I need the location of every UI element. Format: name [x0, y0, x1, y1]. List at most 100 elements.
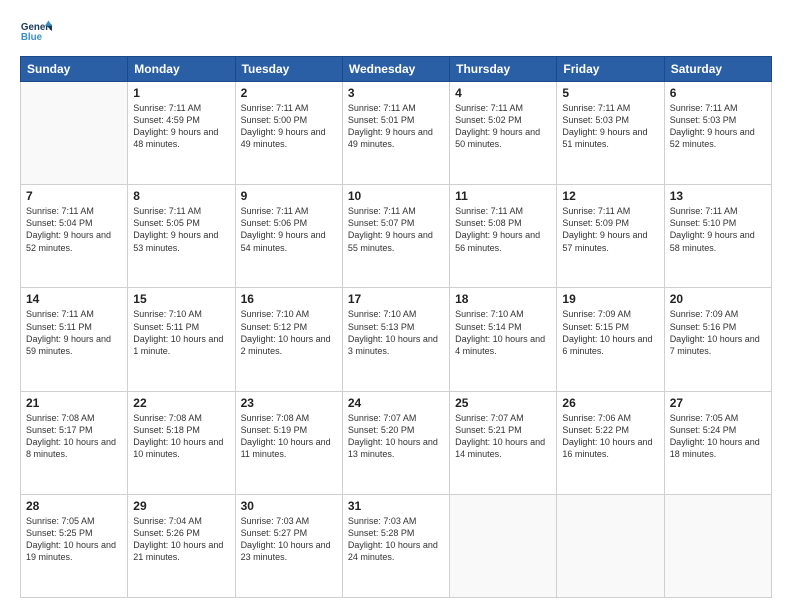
calendar-cell: 20 Sunrise: 7:09 AM Sunset: 5:16 PM Dayli… — [664, 288, 771, 391]
calendar-cell: 11 Sunrise: 7:11 AM Sunset: 5:08 PM Dayli… — [450, 185, 557, 288]
calendar-cell: 19 Sunrise: 7:09 AM Sunset: 5:15 PM Dayli… — [557, 288, 664, 391]
calendar-cell: 16 Sunrise: 7:10 AM Sunset: 5:12 PM Dayli… — [235, 288, 342, 391]
day-number: 30 — [241, 499, 337, 513]
calendar-week-row: 28 Sunrise: 7:05 AM Sunset: 5:25 PM Dayli… — [21, 494, 772, 597]
header: General Blue — [20, 18, 772, 46]
day-number: 18 — [455, 292, 551, 306]
calendar-cell — [450, 494, 557, 597]
calendar-cell: 8 Sunrise: 7:11 AM Sunset: 5:05 PM Daylig… — [128, 185, 235, 288]
calendar-cell: 26 Sunrise: 7:06 AM Sunset: 5:22 PM Dayli… — [557, 391, 664, 494]
cell-content: Sunrise: 7:05 AM Sunset: 5:24 PM Dayligh… — [670, 412, 766, 461]
cell-content: Sunrise: 7:09 AM Sunset: 5:16 PM Dayligh… — [670, 308, 766, 357]
calendar-week-row: 1Sunrise: 7:11 AM Sunset: 4:59 PM Daylig… — [21, 82, 772, 185]
day-number: 9 — [241, 189, 337, 203]
day-header-wednesday: Wednesday — [342, 57, 449, 82]
day-number: 14 — [26, 292, 122, 306]
cell-content: Sunrise: 7:08 AM Sunset: 5:19 PM Dayligh… — [241, 412, 337, 461]
calendar-cell: 17Sunrise: 7:10 AM Sunset: 5:13 PM Dayli… — [342, 288, 449, 391]
cell-content: Sunrise: 7:10 AM Sunset: 5:11 PM Dayligh… — [133, 308, 229, 357]
calendar-cell: 15 Sunrise: 7:10 AM Sunset: 5:11 PM Dayli… — [128, 288, 235, 391]
cell-content: Sunrise: 7:11 AM Sunset: 5:03 PM Dayligh… — [670, 102, 766, 151]
calendar-cell: 3Sunrise: 7:11 AM Sunset: 5:01 PM Daylig… — [342, 82, 449, 185]
calendar-cell: 21Sunrise: 7:08 AM Sunset: 5:17 PM Dayli… — [21, 391, 128, 494]
calendar-body: 1Sunrise: 7:11 AM Sunset: 4:59 PM Daylig… — [21, 82, 772, 598]
cell-content: Sunrise: 7:10 AM Sunset: 5:12 PM Dayligh… — [241, 308, 337, 357]
cell-content: Sunrise: 7:11 AM Sunset: 5:07 PM Dayligh… — [348, 205, 444, 254]
calendar-cell: 28 Sunrise: 7:05 AM Sunset: 5:25 PM Dayli… — [21, 494, 128, 597]
calendar-cell: 1Sunrise: 7:11 AM Sunset: 4:59 PM Daylig… — [128, 82, 235, 185]
svg-text:Blue: Blue — [21, 32, 43, 43]
day-header-monday: Monday — [128, 57, 235, 82]
day-header-sunday: Sunday — [21, 57, 128, 82]
day-number: 6 — [670, 86, 766, 100]
cell-content: Sunrise: 7:03 AM Sunset: 5:27 PM Dayligh… — [241, 515, 337, 564]
calendar-cell: 12 Sunrise: 7:11 AM Sunset: 5:09 PM Dayli… — [557, 185, 664, 288]
day-number: 22 — [133, 396, 229, 410]
cell-content: Sunrise: 7:11 AM Sunset: 5:09 PM Dayligh… — [562, 205, 658, 254]
day-number: 15 — [133, 292, 229, 306]
calendar-cell: 31 Sunrise: 7:03 AM Sunset: 5:28 PM Dayli… — [342, 494, 449, 597]
day-header-thursday: Thursday — [450, 57, 557, 82]
day-header-friday: Friday — [557, 57, 664, 82]
calendar-cell — [21, 82, 128, 185]
calendar-cell: 5 Sunrise: 7:11 AM Sunset: 5:03 PM Daylig… — [557, 82, 664, 185]
day-number: 27 — [670, 396, 766, 410]
calendar-week-row: 7 Sunrise: 7:11 AM Sunset: 5:04 PM Daylig… — [21, 185, 772, 288]
cell-content: Sunrise: 7:11 AM Sunset: 5:11 PM Dayligh… — [26, 308, 122, 357]
cell-content: Sunrise: 7:07 AM Sunset: 5:20 PM Dayligh… — [348, 412, 444, 461]
calendar-week-row: 21Sunrise: 7:08 AM Sunset: 5:17 PM Dayli… — [21, 391, 772, 494]
day-number: 19 — [562, 292, 658, 306]
calendar-cell: 9 Sunrise: 7:11 AM Sunset: 5:06 PM Daylig… — [235, 185, 342, 288]
day-number: 10 — [348, 189, 444, 203]
day-number: 25 — [455, 396, 551, 410]
calendar-cell: 18Sunrise: 7:10 AM Sunset: 5:14 PM Dayli… — [450, 288, 557, 391]
calendar-cell: 2Sunrise: 7:11 AM Sunset: 5:00 PM Daylig… — [235, 82, 342, 185]
calendar-cell — [557, 494, 664, 597]
day-number: 28 — [26, 499, 122, 513]
calendar-cell: 29Sunrise: 7:04 AM Sunset: 5:26 PM Dayli… — [128, 494, 235, 597]
calendar-cell: 23 Sunrise: 7:08 AM Sunset: 5:19 PM Dayli… — [235, 391, 342, 494]
calendar-cell: 30 Sunrise: 7:03 AM Sunset: 5:27 PM Dayli… — [235, 494, 342, 597]
cell-content: Sunrise: 7:09 AM Sunset: 5:15 PM Dayligh… — [562, 308, 658, 357]
cell-content: Sunrise: 7:11 AM Sunset: 5:05 PM Dayligh… — [133, 205, 229, 254]
day-number: 7 — [26, 189, 122, 203]
cell-content: Sunrise: 7:11 AM Sunset: 5:06 PM Dayligh… — [241, 205, 337, 254]
cell-content: Sunrise: 7:08 AM Sunset: 5:18 PM Dayligh… — [133, 412, 229, 461]
calendar-header-row: SundayMondayTuesdayWednesdayThursdayFrid… — [21, 57, 772, 82]
calendar-cell: 6 Sunrise: 7:11 AM Sunset: 5:03 PM Daylig… — [664, 82, 771, 185]
day-number: 13 — [670, 189, 766, 203]
day-number: 31 — [348, 499, 444, 513]
calendar-cell: 10 Sunrise: 7:11 AM Sunset: 5:07 PM Dayli… — [342, 185, 449, 288]
cell-content: Sunrise: 7:03 AM Sunset: 5:28 PM Dayligh… — [348, 515, 444, 564]
day-number: 2 — [241, 86, 337, 100]
calendar-table: SundayMondayTuesdayWednesdayThursdayFrid… — [20, 56, 772, 598]
calendar-cell: 27 Sunrise: 7:05 AM Sunset: 5:24 PM Dayli… — [664, 391, 771, 494]
day-number: 24 — [348, 396, 444, 410]
calendar-cell: 14 Sunrise: 7:11 AM Sunset: 5:11 PM Dayli… — [21, 288, 128, 391]
logo: General Blue — [20, 18, 52, 46]
day-number: 23 — [241, 396, 337, 410]
day-number: 5 — [562, 86, 658, 100]
calendar-cell: 22 Sunrise: 7:08 AM Sunset: 5:18 PM Dayli… — [128, 391, 235, 494]
calendar-cell: 4Sunrise: 7:11 AM Sunset: 5:02 PM Daylig… — [450, 82, 557, 185]
day-number: 29 — [133, 499, 229, 513]
cell-content: Sunrise: 7:11 AM Sunset: 5:03 PM Dayligh… — [562, 102, 658, 151]
day-number: 17 — [348, 292, 444, 306]
day-number: 11 — [455, 189, 551, 203]
day-number: 20 — [670, 292, 766, 306]
cell-content: Sunrise: 7:06 AM Sunset: 5:22 PM Dayligh… — [562, 412, 658, 461]
logo-icon: General Blue — [20, 18, 52, 46]
cell-content: Sunrise: 7:11 AM Sunset: 5:10 PM Dayligh… — [670, 205, 766, 254]
day-header-tuesday: Tuesday — [235, 57, 342, 82]
cell-content: Sunrise: 7:11 AM Sunset: 5:08 PM Dayligh… — [455, 205, 551, 254]
calendar-page: General Blue SundayMondayTuesdayWednesda… — [0, 0, 792, 612]
calendar-cell: 13 Sunrise: 7:11 AM Sunset: 5:10 PM Dayli… — [664, 185, 771, 288]
cell-content: Sunrise: 7:11 AM Sunset: 5:04 PM Dayligh… — [26, 205, 122, 254]
cell-content: Sunrise: 7:11 AM Sunset: 4:59 PM Dayligh… — [133, 102, 229, 151]
cell-content: Sunrise: 7:05 AM Sunset: 5:25 PM Dayligh… — [26, 515, 122, 564]
day-number: 16 — [241, 292, 337, 306]
day-number: 26 — [562, 396, 658, 410]
day-number: 8 — [133, 189, 229, 203]
day-number: 4 — [455, 86, 551, 100]
day-number: 12 — [562, 189, 658, 203]
